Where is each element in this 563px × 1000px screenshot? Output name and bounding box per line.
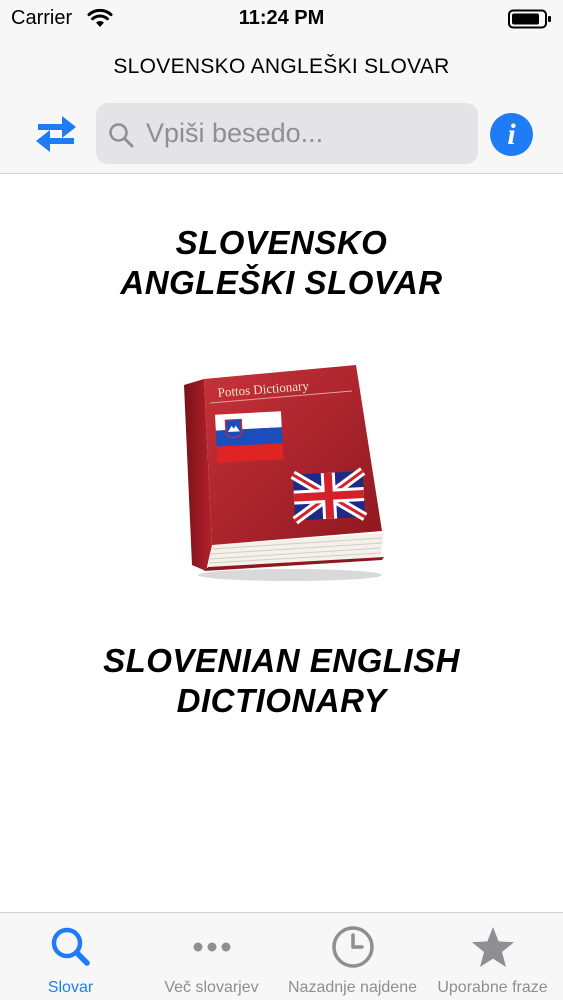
tab-bar: Slovar Več slovarjev Nazadnje najdene Up… bbox=[0, 912, 563, 1000]
english-title-line2: DICTIONARY bbox=[176, 682, 387, 719]
info-icon: i bbox=[507, 117, 516, 151]
status-time: 11:24 PM bbox=[238, 7, 325, 29]
battery-icon bbox=[508, 9, 551, 29]
dictionary-book-image: Pottos Dictionary bbox=[184, 365, 384, 581]
slovenian-title-line1: SLOVENSKO bbox=[175, 224, 388, 261]
slovenian-title-line2: ANGLEŠKI SLOVAR bbox=[120, 264, 443, 301]
swap-language-button[interactable] bbox=[33, 111, 79, 157]
search-input[interactable] bbox=[146, 103, 466, 164]
tab-label-slovar: Slovar bbox=[47, 979, 94, 996]
tab-label-vec-slovarjev: Več slovarjev bbox=[164, 979, 259, 996]
english-title-line1: SLOVENIAN ENGLISH bbox=[103, 642, 460, 679]
tab-slovar[interactable]: Slovar bbox=[0, 913, 141, 1000]
search-icon bbox=[51, 927, 90, 966]
tab-label-nazadnje-najdene: Nazadnje najdene bbox=[288, 979, 417, 996]
tab-uporabne-fraze[interactable]: Uporabne fraze bbox=[422, 913, 563, 1000]
search-bar[interactable] bbox=[96, 103, 478, 164]
swap-arrows-icon bbox=[36, 116, 76, 152]
more-dots-icon bbox=[193, 942, 230, 952]
slovenian-title: SLOVENSKO ANGLEŠKI SLOVAR bbox=[0, 223, 563, 303]
tab-label-uporabne-fraze: Uporabne fraze bbox=[437, 979, 548, 996]
info-button[interactable]: i bbox=[490, 113, 533, 156]
star-icon bbox=[471, 927, 514, 967]
nav-title: SLOVENSKO ANGLEŠKI SLOVAR bbox=[113, 55, 450, 78]
status-bar: Carrier 11:24 PM bbox=[0, 0, 563, 40]
search-icon bbox=[109, 123, 134, 148]
tab-nazadnje-najdene[interactable]: Nazadnje najdene bbox=[282, 913, 423, 1000]
header: Carrier 11:24 PM SLOVENSKO ANGLEŠKI SLOV… bbox=[0, 0, 563, 174]
main-content: SLOVENSKO ANGLEŠKI SLOVAR Pottos Diction… bbox=[0, 175, 563, 912]
english-title: SLOVENIAN ENGLISH DICTIONARY bbox=[0, 641, 563, 721]
tab-vec-slovarjev[interactable]: Več slovarjev bbox=[141, 913, 282, 1000]
clock-icon bbox=[331, 926, 374, 968]
